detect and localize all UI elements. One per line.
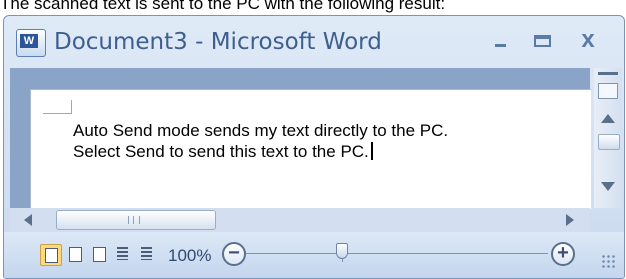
window-title: Document3 - Microsoft Word <box>54 29 382 55</box>
scroll-left-icon[interactable] <box>24 214 32 226</box>
zoom-in-button[interactable]: + <box>551 242 575 266</box>
print-layout-view-button[interactable] <box>40 244 62 266</box>
zoom-out-button[interactable]: − <box>222 242 246 266</box>
ruler-toggle-icon[interactable] <box>598 72 618 81</box>
maximize-button[interactable] <box>526 26 558 54</box>
zoom-slider-track[interactable] <box>246 253 548 254</box>
horizontal-scrollbar[interactable] <box>10 208 590 232</box>
document-line-2: Select Send to send this text to the PC. <box>73 141 448 162</box>
resize-grip-icon[interactable] <box>601 254 615 268</box>
title-bar[interactable]: W Document3 - Microsoft Word x <box>4 16 624 68</box>
word-window: W Document3 - Microsoft Word x Auto Send… <box>3 15 625 279</box>
vertical-scrollbar[interactable] <box>594 68 622 208</box>
zoom-slider-thumb[interactable] <box>336 243 348 259</box>
text-cursor <box>370 142 373 160</box>
document-page[interactable]: Auto Send mode sends my text directly to… <box>30 89 591 209</box>
margin-corner-mark <box>43 100 72 114</box>
scroll-up-icon[interactable] <box>601 114 615 123</box>
status-bar: 100% − + <box>4 232 624 278</box>
document-line-1: Auto Send mode sends my text directly to… <box>73 121 449 140</box>
minimize-button[interactable] <box>485 26 517 54</box>
draft-view-button[interactable] <box>137 244 157 264</box>
vertical-scroll-thumb[interactable] <box>598 134 620 150</box>
horizontal-scroll-thumb[interactable] <box>56 210 216 230</box>
web-layout-view-button[interactable] <box>89 244 109 264</box>
scroll-grip-icon <box>128 216 140 224</box>
zoom-level[interactable]: 100% <box>168 246 211 266</box>
caption-text: The scanned text is sent to the PC with … <box>0 0 446 13</box>
document-text[interactable]: Auto Send mode sends my text directly to… <box>73 120 448 162</box>
document-area: Auto Send mode sends my text directly to… <box>10 68 591 209</box>
word-app-icon[interactable]: W <box>16 29 46 57</box>
scroll-right-icon[interactable] <box>566 214 574 226</box>
close-button[interactable]: x <box>572 26 604 54</box>
scroll-down-icon[interactable] <box>601 182 615 191</box>
full-screen-reading-view-button[interactable] <box>65 244 85 264</box>
outline-view-button[interactable] <box>113 244 133 264</box>
view-ruler-button[interactable] <box>598 83 618 99</box>
